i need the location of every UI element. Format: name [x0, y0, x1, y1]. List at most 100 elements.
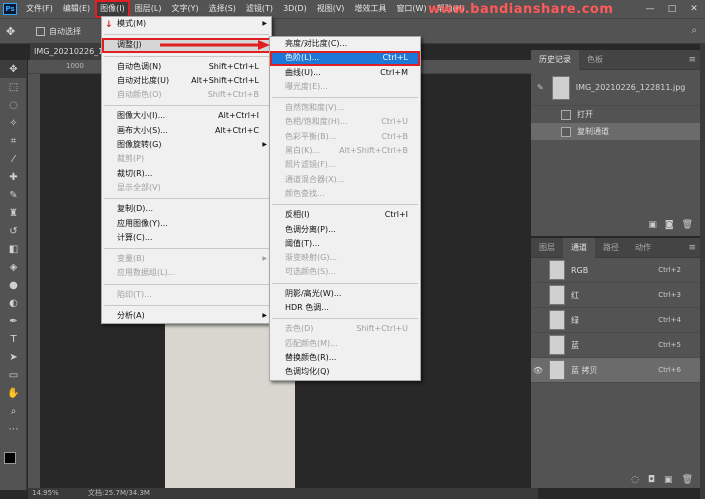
- image-menu-item-label: 计算(C)...: [117, 232, 153, 242]
- channel-row-blue[interactable]: 蓝 Ctrl+5: [531, 333, 701, 358]
- crop-tool-icon[interactable]: ⌗: [0, 132, 27, 150]
- trash-icon[interactable]: 🗑: [682, 220, 693, 230]
- lasso-tool-icon[interactable]: ◌: [0, 96, 27, 114]
- menu-plugins[interactable]: 增效工具: [349, 0, 391, 18]
- adjust-menu-item[interactable]: 色阶(L)... Ctrl+L: [270, 51, 420, 66]
- adjust-menu-item[interactable]: 曲线(U)... Ctrl+M: [270, 66, 420, 80]
- adjust-menu-item[interactable]: 阴影/高光(W)...: [270, 287, 420, 301]
- image-menu-item-label: 变量(B): [117, 254, 145, 264]
- menu-window[interactable]: 窗口(W): [391, 0, 431, 18]
- history-state[interactable]: 复制通道: [531, 123, 701, 140]
- image-menu-item[interactable]: 画布大小(S)... Alt+Ctrl+C: [102, 124, 271, 138]
- adjust-menu-item[interactable]: 替换颜色(R)...: [270, 351, 420, 365]
- panel-menu-icon[interactable]: ≡: [688, 55, 696, 65]
- close-icon[interactable]: ✕: [683, 0, 705, 18]
- image-menu-item[interactable]: 图像旋转(G) ▶: [102, 138, 271, 152]
- new-document-from-state-icon[interactable]: ▣: [648, 220, 657, 230]
- menu-separator: [104, 305, 269, 307]
- tab-paths[interactable]: 路径: [595, 238, 627, 258]
- image-menu-item[interactable]: 分析(A) ▶: [102, 309, 271, 323]
- hand-tool-icon[interactable]: ✋: [0, 384, 27, 402]
- image-menu-item[interactable]: 模式(M) ▶: [102, 17, 271, 31]
- menu-edit[interactable]: 编辑(E): [58, 0, 95, 18]
- save-selection-icon[interactable]: ◘: [648, 475, 655, 485]
- maximize-icon[interactable]: □: [661, 0, 683, 18]
- channel-row-rgb[interactable]: RGB Ctrl+2: [531, 258, 701, 283]
- camera-icon[interactable]: ◙: [665, 220, 674, 230]
- menu-3d[interactable]: 3D(D): [278, 0, 312, 18]
- paint-bucket-icon[interactable]: ◈: [0, 258, 27, 276]
- adjust-menu-item[interactable]: 阈值(T)...: [270, 237, 420, 251]
- auto-select-checkbox[interactable]: [36, 26, 45, 36]
- shape-tool-icon[interactable]: ▭: [0, 366, 27, 384]
- tab-swatches[interactable]: 色板: [579, 50, 611, 70]
- trash-icon[interactable]: 🗑: [682, 475, 693, 485]
- load-selection-icon[interactable]: ◌: [631, 475, 639, 485]
- tab-history[interactable]: 历史记录: [531, 49, 579, 70]
- channel-name: 绿: [571, 315, 579, 325]
- adjust-menu-item[interactable]: 亮度/对比度(C)...: [270, 37, 420, 51]
- image-menu-item: 裁剪(P): [102, 152, 271, 166]
- eye-icon[interactable]: 👁: [531, 366, 545, 375]
- history-snapshot[interactable]: ✎ IMG_20210226_122811.jpg: [531, 70, 701, 106]
- tab-channels[interactable]: 通道: [563, 237, 595, 258]
- menu-file[interactable]: 文件(F): [21, 0, 58, 18]
- brush-tool-icon[interactable]: ✎: [0, 186, 27, 204]
- image-menu-item[interactable]: 应用图像(Y)...: [102, 217, 271, 231]
- type-tool-icon[interactable]: T: [0, 330, 27, 348]
- new-channel-icon[interactable]: ▣: [664, 475, 673, 485]
- image-menu-item[interactable]: 图像大小(I)... Alt+Ctrl+I: [102, 109, 271, 123]
- document-tab[interactable]: IMG_20210226_1: [30, 44, 102, 60]
- adjust-menu-item: 色彩平衡(B)... Ctrl+B: [270, 130, 420, 144]
- image-menu-item-shortcut: Alt+Ctrl+C: [214, 125, 259, 135]
- history-brush-source-icon[interactable]: ✎: [537, 83, 544, 92]
- panel-menu-icon[interactable]: ≡: [688, 243, 696, 253]
- adjust-menu-item-label: 色调分离(P)...: [285, 224, 336, 234]
- eraser-tool-icon[interactable]: ◧: [0, 240, 27, 258]
- adjust-menu-item-label: 曝光度(E)...: [285, 81, 328, 91]
- image-menu-item[interactable]: 自动色调(N) Shift+Ctrl+L: [102, 60, 271, 74]
- document-size-info: 文档:25.7M/34.3M: [88, 489, 150, 497]
- healing-brush-icon[interactable]: ✚: [0, 168, 27, 186]
- zoom-level[interactable]: 14.95%: [32, 488, 59, 499]
- adjust-menu-item[interactable]: HDR 色调...: [270, 301, 420, 315]
- more-tools-icon[interactable]: ⋯: [0, 420, 27, 438]
- foreground-color-swatch[interactable]: [4, 452, 16, 464]
- adjust-menu-item-label: 亮度/对比度(C)...: [285, 39, 348, 48]
- stamp-tool-icon[interactable]: ♜: [0, 204, 27, 222]
- move-tool-icon[interactable]: ✥: [0, 60, 27, 78]
- adjust-menu-item[interactable]: 色调均化(Q): [270, 365, 420, 379]
- image-menu-item-shortcut: Alt+Shift+Ctrl+L: [191, 75, 259, 85]
- tab-actions[interactable]: 动作: [627, 238, 659, 258]
- search-icon[interactable]: ⌕: [691, 25, 697, 36]
- adjust-menu-item-label: 色阶(L)...: [285, 53, 320, 63]
- eyedropper-icon[interactable]: ⁄: [0, 150, 27, 168]
- menu-separator: [272, 318, 418, 320]
- adjust-menu-item[interactable]: 反相(I) Ctrl+I: [270, 208, 420, 222]
- zoom-tool-icon[interactable]: ⌕: [0, 402, 27, 420]
- move-tool-icon[interactable]: ✥: [6, 25, 30, 38]
- channel-row-blue-copy[interactable]: 👁 蓝 拷贝 Ctrl+6: [531, 358, 701, 383]
- minimize-icon[interactable]: —: [639, 0, 661, 18]
- image-menu-item[interactable]: 裁切(R)...: [102, 167, 271, 181]
- marquee-tool-icon[interactable]: ⬚: [0, 78, 27, 96]
- channel-row-red[interactable]: 红 Ctrl+3: [531, 283, 701, 308]
- image-menu-item[interactable]: 计算(C)...: [102, 231, 271, 245]
- blur-tool-icon[interactable]: ●: [0, 276, 27, 294]
- dodge-tool-icon[interactable]: ◐: [0, 294, 27, 312]
- image-menu-item-label: 显示全部(V): [117, 182, 161, 192]
- image-menu-item[interactable]: 自动对比度(U) Alt+Shift+Ctrl+L: [102, 74, 271, 88]
- history-state[interactable]: 打开: [531, 106, 701, 123]
- pen-tool-icon[interactable]: ✒: [0, 312, 27, 330]
- adjust-menu-item: 去色(D) Shift+Ctrl+U: [270, 322, 420, 336]
- magic-wand-icon[interactable]: ✧: [0, 114, 27, 132]
- channel-row-green[interactable]: 绿 Ctrl+4: [531, 308, 701, 333]
- image-menu-item[interactable]: 复制(D)...: [102, 202, 271, 216]
- tab-layers[interactable]: 图层: [531, 238, 563, 258]
- adjust-menu-item-label: 曲线(U)...: [285, 67, 321, 77]
- path-select-icon[interactable]: ➤: [0, 348, 27, 366]
- adjust-menu-item[interactable]: 色调分离(P)...: [270, 223, 420, 237]
- menu-view[interactable]: 视图(V): [312, 0, 350, 18]
- history-brush-icon[interactable]: ↺: [0, 222, 27, 240]
- adjust-menu-item-label: HDR 色调...: [285, 303, 329, 313]
